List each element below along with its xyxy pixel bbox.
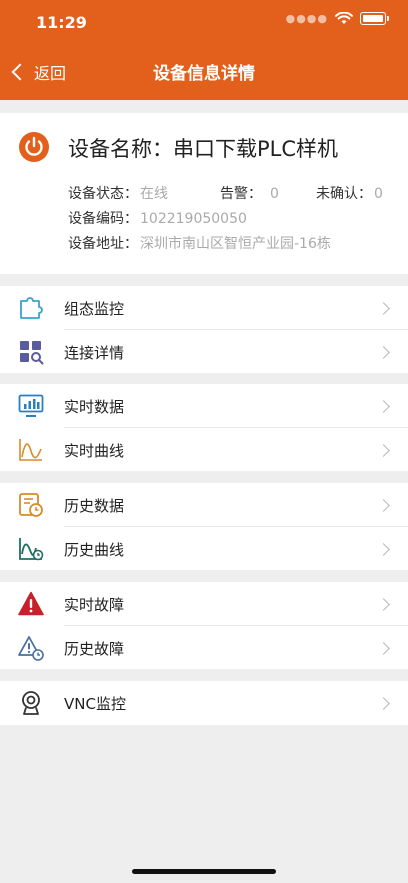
- code-label: 设备编码：: [68, 211, 138, 227]
- status-icons: ●●●●: [285, 12, 389, 25]
- wifi-icon: [335, 12, 353, 24]
- code-value: 102219050050: [140, 211, 247, 227]
- webcam-icon: [22, 691, 40, 715]
- unconfirmed-label: 未确认：: [316, 186, 372, 202]
- page-title: 设备信息详情: [153, 64, 255, 84]
- address-value: 深圳市南山区智恒产业园-16栋: [140, 236, 331, 252]
- menu-label: 连接详情: [64, 343, 125, 362]
- code-line: 设备编码： 102219050050: [68, 208, 247, 228]
- monitor-chart-icon: [18, 394, 44, 417]
- chevron-right-icon: [377, 542, 390, 556]
- chevron-right-icon: [377, 597, 390, 611]
- menu-label: VNC监控: [64, 694, 126, 713]
- alarm-label: 告警：: [220, 186, 262, 202]
- status-time: 11:29: [36, 13, 87, 32]
- history-warning-icon: [18, 636, 44, 661]
- curve-icon: [19, 439, 42, 461]
- menu-item-vnc-monitor[interactable]: VNC监控: [0, 681, 408, 725]
- status-value: 在线: [140, 186, 168, 202]
- menu-group-vnc: VNC监控: [0, 681, 408, 725]
- chevron-right-icon: [377, 399, 390, 413]
- status-label: 设备状态：: [68, 186, 138, 202]
- menu-label: 实时曲线: [64, 441, 125, 460]
- menu-item-realtime-fault[interactable]: 实时故障: [0, 582, 408, 626]
- alarm-line: 告警： 0: [220, 183, 279, 203]
- warning-icon: [18, 591, 44, 616]
- menu-item-history-fault[interactable]: 历史故障: [0, 626, 408, 670]
- menu-label: 实时故障: [64, 595, 125, 614]
- history-data-icon: [19, 493, 43, 517]
- menu-label: 实时数据: [64, 397, 125, 416]
- device-info-card: 设备名称：串口下载PLC样机 设备状态： 在线 告警： 0 未确认： 0 设备编码： 1…: [0, 113, 408, 274]
- menu-item-history-data[interactable]: 历史数据: [0, 483, 408, 527]
- puzzle-icon: [20, 297, 43, 319]
- history-curve-icon: [19, 538, 44, 561]
- chevron-right-icon: [377, 301, 390, 315]
- address-label: 设备地址：: [68, 236, 138, 252]
- menu-group-realtime: 实时数据 实时曲线: [0, 384, 408, 471]
- address-line: 设备地址： 深圳市南山区智恒产业园-16栋: [68, 233, 331, 253]
- menu-item-realtime-curve[interactable]: 实时曲线: [0, 428, 408, 472]
- status-line: 设备状态： 在线: [68, 183, 168, 203]
- power-icon: [19, 132, 49, 162]
- chevron-right-icon: [377, 345, 390, 359]
- battery-icon: [360, 12, 389, 25]
- chevron-right-icon: [377, 696, 390, 710]
- unconfirmed-value: 0: [374, 186, 383, 202]
- menu-label: 历史数据: [64, 496, 125, 515]
- menu-label: 组态监控: [64, 299, 125, 318]
- unconfirmed-line: 未确认： 0: [316, 183, 383, 203]
- menu-label: 历史曲线: [64, 540, 125, 559]
- menu-group-fault: 实时故障 历史故障: [0, 582, 408, 669]
- nav-header: 11:29 ●●●● 返回 设备信息详情: [0, 0, 408, 100]
- chevron-right-icon: [377, 443, 390, 457]
- chevron-right-icon: [377, 498, 390, 512]
- menu-item-connection-detail[interactable]: 连接详情: [0, 330, 408, 374]
- device-name: 设备名称：串口下载PLC样机: [68, 137, 339, 161]
- menu-group-monitor: 组态监控 连接详情: [0, 286, 408, 373]
- menu-label: 历史故障: [64, 639, 125, 658]
- home-indicator: [132, 869, 276, 874]
- menu-item-history-curve[interactable]: 历史曲线: [0, 527, 408, 571]
- menu-item-config-monitor[interactable]: 组态监控: [0, 286, 408, 330]
- alarm-value: 0: [270, 186, 279, 202]
- signal-icon: ●●●●: [285, 12, 328, 25]
- grid-search-icon: [20, 341, 44, 365]
- menu-group-history: 历史数据 历史曲线: [0, 483, 408, 570]
- menu-item-realtime-data[interactable]: 实时数据: [0, 384, 408, 428]
- chevron-right-icon: [377, 641, 390, 655]
